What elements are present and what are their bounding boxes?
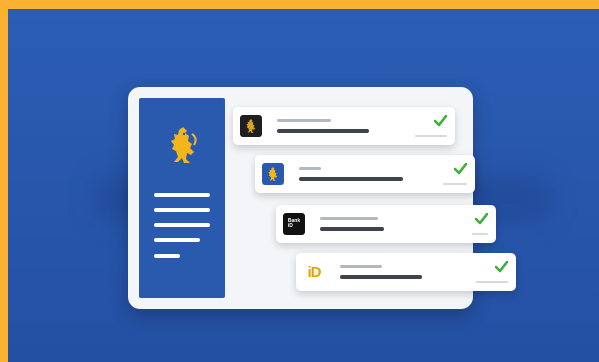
menu-line-5: [154, 254, 180, 258]
provider-card-1[interactable]: [233, 107, 455, 145]
hero-illustration: Bank iD iD: [8, 9, 599, 362]
card-title-bar: [299, 177, 403, 181]
card-subtitle-bar: [277, 119, 331, 122]
bankid-logo-text: Bank iD: [287, 218, 301, 229]
checkmark-icon: [495, 261, 508, 273]
provider-card-3[interactable]: Bank iD: [276, 205, 496, 243]
card-meta-bar: [415, 135, 447, 137]
card-title-bar: [277, 129, 369, 133]
id-icon: iD: [303, 261, 325, 283]
menu-line-2: [154, 208, 210, 212]
card-subtitle-bar: [320, 217, 378, 220]
checkmark-icon: [454, 163, 467, 175]
provider-card-2[interactable]: [255, 155, 475, 193]
lion-crest-icon: [262, 163, 284, 185]
card-subtitle-bar: [340, 265, 382, 268]
card-meta-bar: [443, 183, 467, 185]
provider-card-4[interactable]: iD: [296, 253, 516, 291]
sidebar: [139, 98, 225, 298]
card-meta-bar: [476, 281, 508, 283]
card-meta-bar: [472, 233, 488, 235]
card-title-bar: [340, 275, 422, 279]
checkmark-icon: [475, 213, 488, 225]
lion-crest-icon: [171, 127, 197, 163]
menu-line-4: [154, 238, 200, 242]
menu-line-3: [154, 223, 210, 227]
bankid-icon: Bank iD: [283, 213, 305, 235]
card-title-bar: [320, 227, 384, 231]
id-logo-text: iD: [307, 263, 322, 281]
lion-crest-icon: [240, 115, 262, 137]
checkmark-icon: [434, 115, 447, 127]
card-subtitle-bar: [299, 167, 321, 170]
menu-line-1: [154, 193, 210, 197]
